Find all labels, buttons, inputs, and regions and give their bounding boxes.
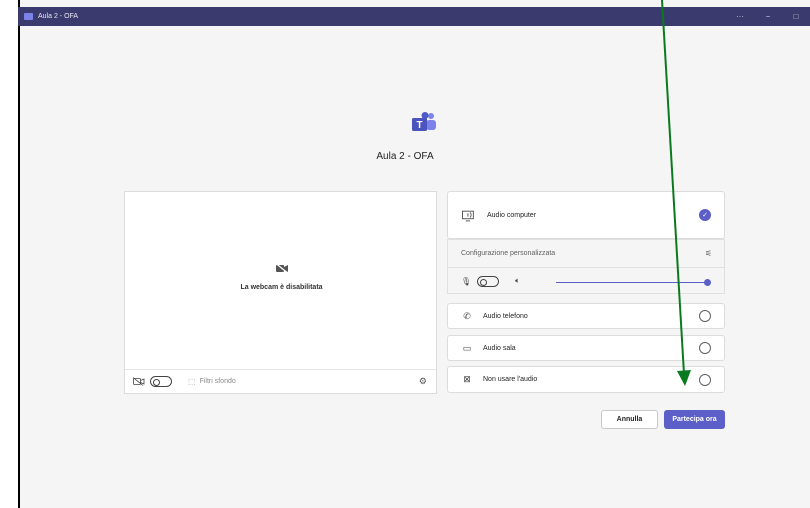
annotation-arrow [661, 0, 691, 386]
